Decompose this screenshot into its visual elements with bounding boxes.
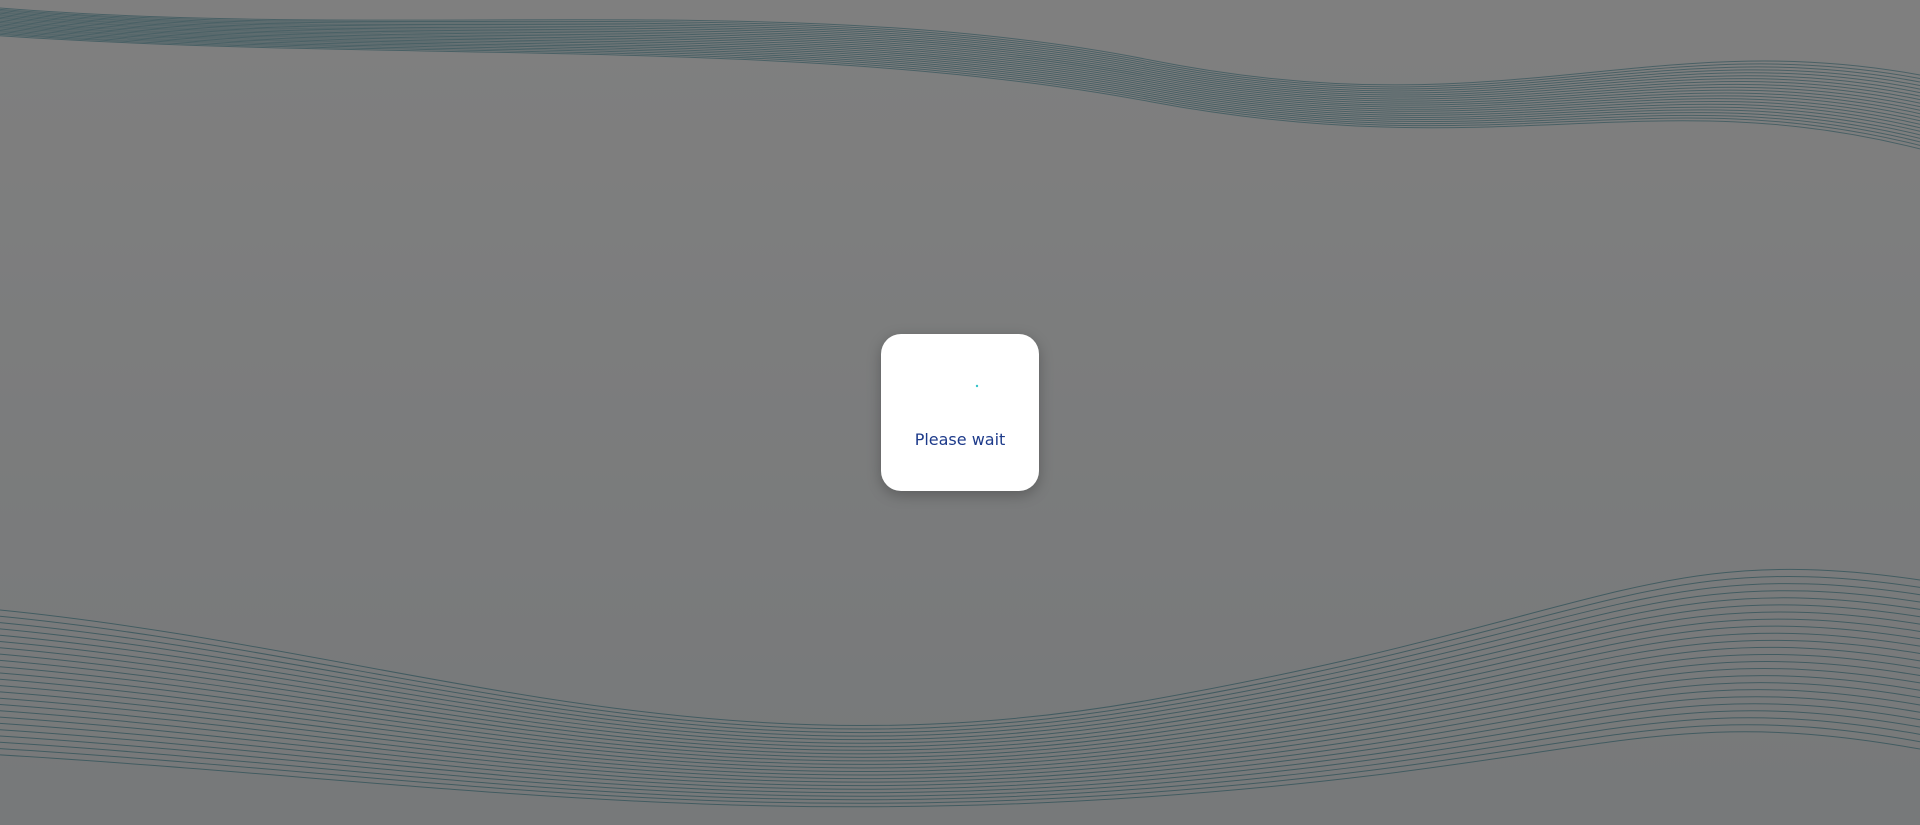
loading-spinner-icon: [975, 384, 979, 388]
loading-message: Please wait: [914, 430, 1006, 449]
loading-dialog: Please wait: [881, 334, 1039, 491]
